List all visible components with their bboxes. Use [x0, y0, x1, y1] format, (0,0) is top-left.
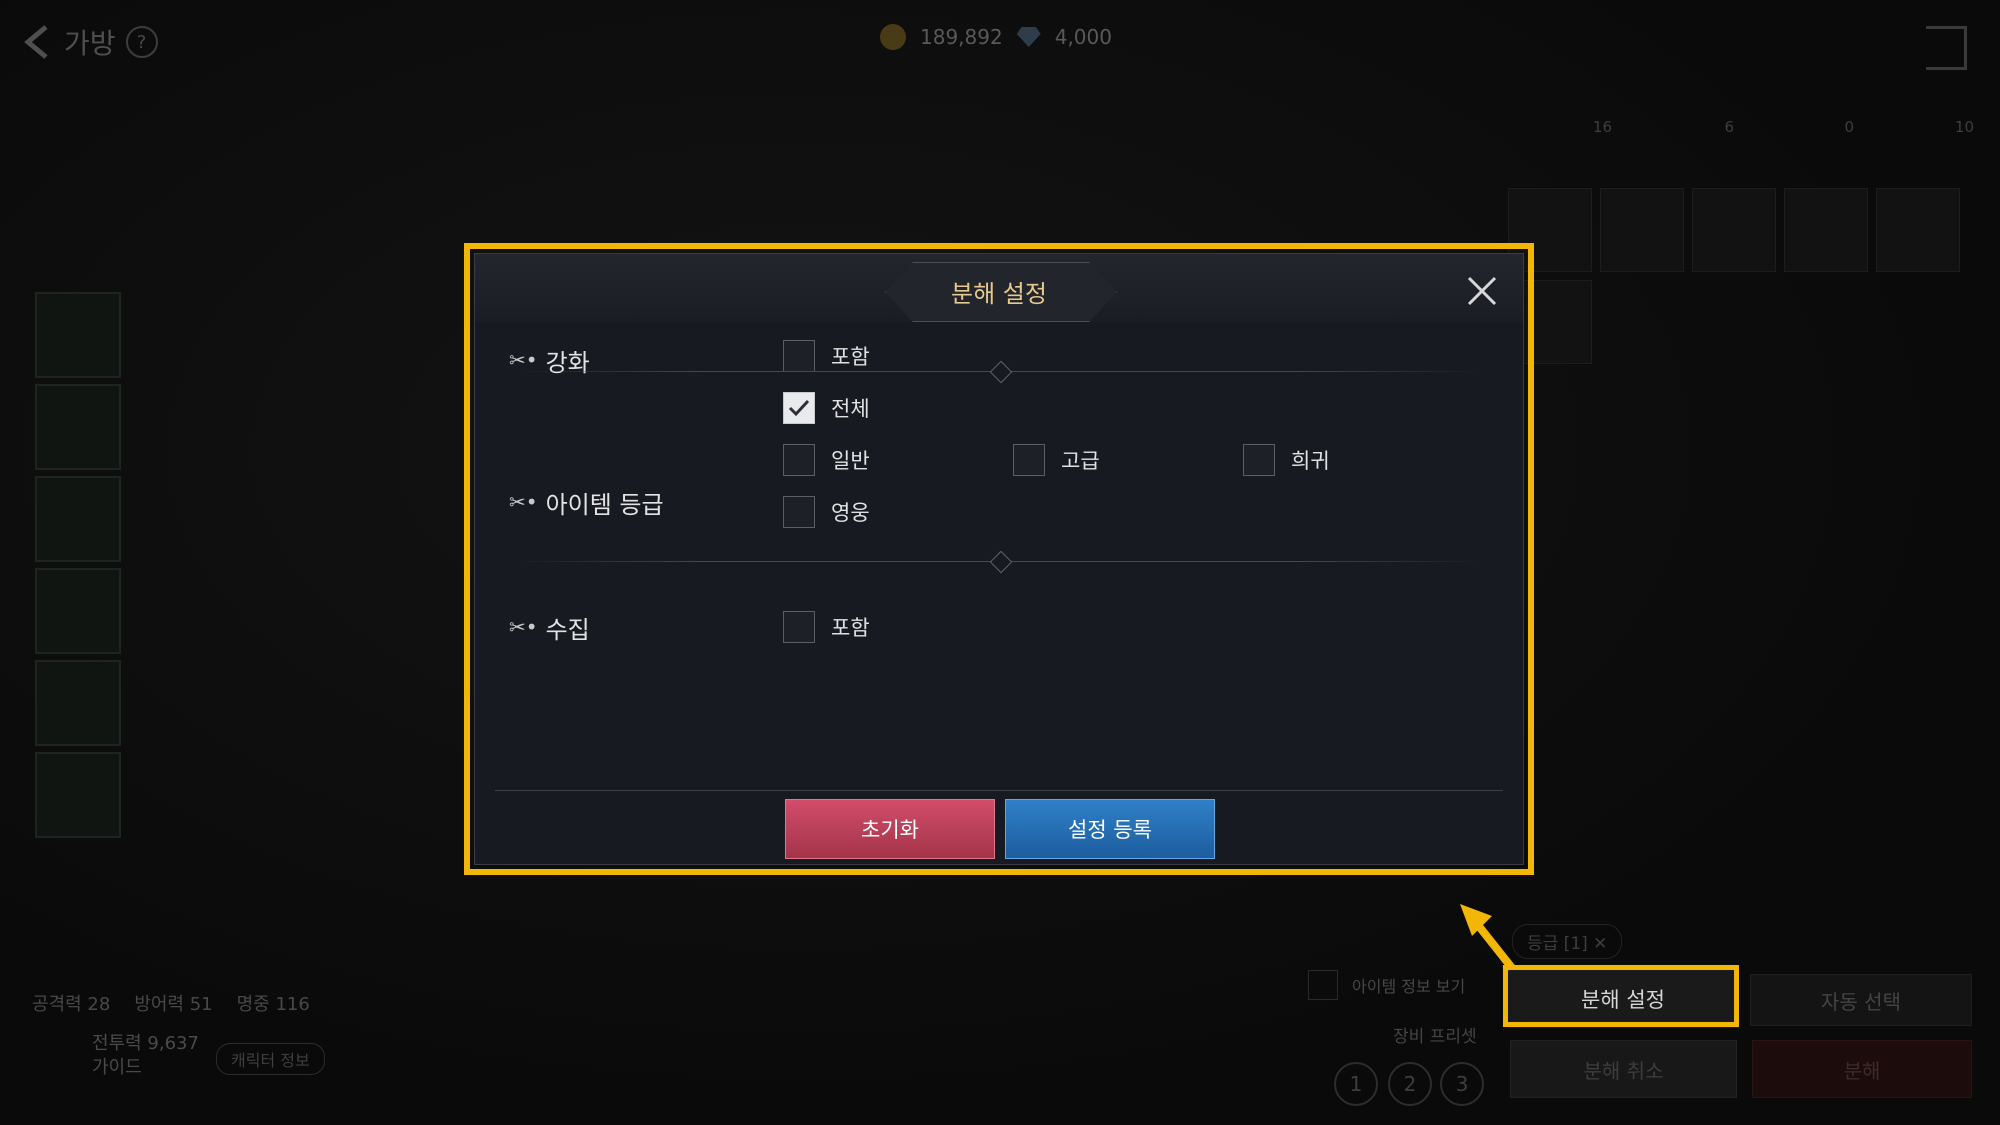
grade-common-option[interactable]: 일반 — [783, 444, 870, 476]
guide-link[interactable]: 가이드 — [92, 1056, 199, 1080]
scissors-icon: ✂• — [509, 490, 538, 514]
highlight-box-settings — [1503, 965, 1739, 1027]
tab-weapon[interactable]: 6 — [1674, 118, 1734, 168]
grade-advanced-checkbox[interactable] — [1013, 444, 1045, 476]
disassemble-cancel-button[interactable]: 분해 취소 — [1510, 1040, 1737, 1098]
footer-divider — [495, 790, 1503, 791]
equip-slot-helmet[interactable] — [35, 384, 121, 470]
grade-advanced-label: 고급 — [1061, 449, 1100, 473]
tab-all[interactable]: 16 — [1552, 118, 1612, 168]
inventory-slot[interactable] — [1600, 188, 1684, 272]
collection-label: 수집 — [545, 615, 590, 644]
item-info-checkbox[interactable] — [1308, 970, 1338, 1000]
exit-icon[interactable] — [1926, 26, 1967, 70]
disassemble-button[interactable]: 분해 — [1752, 1040, 1972, 1098]
equip-slot-gloves[interactable] — [35, 568, 121, 654]
pointer-arrow-icon — [1460, 904, 1516, 971]
divider-ornament — [989, 360, 1013, 384]
grade-rare-checkbox[interactable] — [1243, 444, 1275, 476]
item-info-label: 아이템 정보 보기 — [1352, 977, 1466, 996]
grade-all-option[interactable]: 전체 — [783, 392, 870, 424]
grade-all-label: 전체 — [831, 397, 870, 421]
equip-slot-weapon[interactable] — [35, 292, 121, 378]
equip-slot-armor[interactable] — [35, 476, 121, 562]
close-icon[interactable] — [1465, 274, 1499, 308]
reset-button[interactable]: 초기화 — [785, 799, 995, 859]
gold-icon — [880, 24, 906, 50]
collection-include-option[interactable]: 포함 — [783, 611, 870, 643]
divider-ornament — [989, 550, 1013, 574]
preset-label: 장비 프리셋 — [1393, 1027, 1477, 1047]
enhance-include-option[interactable]: 포함 — [783, 340, 870, 372]
page-title: 가방 — [64, 27, 116, 60]
collection-include-checkbox[interactable] — [783, 611, 815, 643]
enhance-row-label: ✂• 강화 — [509, 300, 590, 420]
grade-filter-chip[interactable]: 등급 [1] ✕ — [1512, 924, 1623, 959]
combat-power-value: 전투력 9,637 — [92, 1033, 199, 1054]
grade-hero-checkbox[interactable] — [783, 496, 815, 528]
gold-amount: 189,892 — [920, 25, 1003, 49]
grade-rare-label: 희귀 — [1291, 449, 1330, 473]
inventory-slot[interactable] — [1692, 188, 1776, 272]
preset-3[interactable]: 3 — [1440, 1062, 1484, 1106]
enhance-include-label: 포함 — [831, 345, 870, 369]
help-icon[interactable]: ? — [125, 26, 158, 58]
attack-stat: 공격력 28 — [32, 994, 111, 1015]
checkmark-icon — [788, 399, 810, 417]
inventory-slot[interactable] — [1876, 188, 1960, 272]
equip-slot-cloak[interactable] — [35, 752, 121, 838]
enhance-include-checkbox[interactable] — [783, 340, 815, 372]
inventory-slot[interactable] — [1784, 188, 1868, 272]
grade-all-checkbox[interactable] — [783, 392, 815, 424]
grade-advanced-option[interactable]: 고급 — [1013, 444, 1100, 476]
close-icon[interactable]: ✕ — [1593, 934, 1607, 954]
equip-slot-boots[interactable] — [35, 660, 121, 746]
disassemble-settings-dialog: 분해 설정 ✂• 강화 포함 ✂• 아이템 등급 전체 일반 고급 희귀 영웅 — [474, 253, 1524, 865]
enhance-label: 강화 — [545, 348, 590, 377]
character-info-button[interactable]: 캐릭터 정보 — [216, 1043, 325, 1075]
character-stats: 공격력 28 방어력 51 명중 116 — [32, 990, 310, 1016]
tab-consumable[interactable]: 10 — [1914, 118, 1974, 168]
item-info-toggle[interactable]: 아이템 정보 보기 — [1308, 970, 1465, 1000]
defense-stat: 방어력 51 — [134, 994, 213, 1015]
grade-common-checkbox[interactable] — [783, 444, 815, 476]
back-button[interactable]: 가방 ? — [20, 22, 158, 62]
combat-power: 전투력 9,637 가이드 — [92, 1032, 199, 1080]
accuracy-stat: 명중 116 — [236, 994, 310, 1015]
chevron-left-icon — [24, 25, 48, 59]
scissors-icon: ✂• — [509, 615, 538, 639]
grade-filter-label: 등급 [1] — [1527, 934, 1588, 954]
preset-2[interactable]: 2 — [1388, 1062, 1432, 1106]
diamond-icon — [1016, 27, 1041, 47]
grade-rare-option[interactable]: 희귀 — [1243, 444, 1330, 476]
tab-accessory[interactable]: 0 — [1794, 118, 1854, 168]
collection-row-label: ✂• 수집 — [509, 612, 590, 644]
scissors-icon: ✂• — [509, 348, 538, 372]
grade-hero-label: 영웅 — [831, 501, 870, 525]
currency-bar: 189,892 4,000 — [880, 24, 1112, 50]
collection-include-label: 포함 — [831, 616, 870, 640]
preset-1[interactable]: 1 — [1334, 1062, 1378, 1106]
grade-hero-option[interactable]: 영웅 — [783, 496, 870, 528]
dialog-title: 분해 설정 — [951, 280, 1047, 308]
grade-label: 아이템 등급 — [545, 490, 664, 519]
gem-amount: 4,000 — [1054, 25, 1112, 49]
grade-common-label: 일반 — [831, 449, 870, 473]
register-settings-button[interactable]: 설정 등록 — [1005, 799, 1215, 859]
auto-select-button[interactable]: 자동 선택 — [1750, 974, 1972, 1026]
